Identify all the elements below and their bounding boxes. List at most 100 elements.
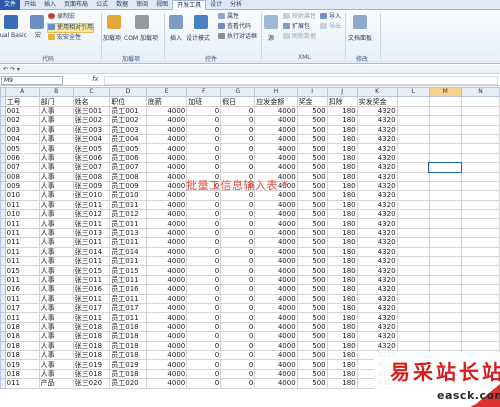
data-cell[interactable]: 4000 — [254, 162, 298, 173]
data-cell[interactable]: 500 — [296, 359, 328, 370]
data-cell[interactable]: 0 — [220, 256, 256, 267]
data-cell[interactable]: 4320 — [356, 105, 398, 117]
data-cell[interactable]: 019 — [4, 359, 40, 370]
header-cell[interactable]: 扣除 — [326, 96, 358, 107]
data-cell[interactable]: 0 — [186, 331, 222, 342]
data-cell[interactable]: 4320 — [356, 162, 398, 173]
data-cell[interactable]: 人事 — [38, 209, 74, 220]
import-button[interactable]: 导入 — [320, 13, 341, 21]
relative-reference-button[interactable]: 使用相对引用 — [47, 23, 95, 33]
data-cell[interactable]: 张三001 — [72, 105, 111, 117]
data-cell[interactable]: 张三007 — [72, 162, 111, 173]
data-cell[interactable]: 人事 — [38, 171, 74, 182]
data-cell[interactable] — [396, 321, 430, 333]
data-cell[interactable]: 人事 — [38, 256, 74, 267]
data-cell[interactable]: 500 — [296, 237, 328, 248]
data-cell[interactable] — [460, 133, 500, 145]
data-cell[interactable] — [460, 218, 500, 229]
data-cell[interactable]: 4000 — [254, 331, 298, 342]
data-cell[interactable]: 4320 — [356, 321, 398, 333]
data-cell[interactable]: 500 — [296, 190, 328, 201]
data-cell[interactable]: 500 — [296, 246, 328, 258]
data-cell[interactable]: 0 — [186, 284, 222, 295]
header-cell[interactable]: 应发金额 — [254, 96, 298, 107]
data-cell[interactable]: 张三008 — [72, 171, 111, 182]
data-cell[interactable]: 4320 — [356, 171, 398, 182]
data-cell[interactable]: 4320 — [356, 115, 398, 126]
data-cell[interactable]: 张三011 — [72, 293, 111, 305]
data-cell[interactable]: 0 — [220, 331, 256, 342]
data-cell[interactable]: 500 — [296, 368, 328, 380]
data-cell[interactable]: 4000 — [145, 378, 188, 389]
data-cell[interactable]: 员工017 — [109, 302, 147, 314]
map-properties-button[interactable]: 映射属性 — [283, 13, 316, 21]
data-cell[interactable]: 4000 — [254, 256, 298, 267]
data-cell[interactable]: 员工012 — [109, 209, 147, 220]
data-cell[interactable]: 员工010 — [109, 190, 147, 201]
data-cell[interactable]: 011 — [4, 227, 40, 239]
data-cell[interactable]: 人事 — [38, 152, 74, 164]
data-cell[interactable] — [460, 162, 500, 173]
undo-icon[interactable]: ↶ — [3, 66, 8, 73]
data-cell[interactable]: 006 — [4, 152, 40, 164]
column-header[interactable]: N — [460, 87, 500, 98]
column-header[interactable]: L — [396, 87, 430, 98]
data-cell[interactable]: 4320 — [356, 340, 398, 351]
data-cell[interactable]: 007 — [4, 162, 40, 173]
data-cell[interactable]: 180 — [326, 312, 358, 323]
data-cell[interactable] — [460, 340, 500, 351]
insert-control-button[interactable]: 插入 — [170, 35, 182, 43]
data-cell[interactable]: 018 — [4, 321, 40, 333]
data-cell[interactable] — [396, 218, 430, 229]
data-cell[interactable]: 500 — [296, 274, 328, 286]
data-cell[interactable]: 员工011 — [109, 199, 147, 211]
data-cell[interactable]: 4000 — [254, 378, 298, 389]
data-cell[interactable] — [460, 143, 500, 154]
data-cell[interactable]: 张三011 — [72, 237, 111, 248]
data-cell[interactable]: 4320 — [356, 312, 398, 323]
com-addins-icon[interactable] — [135, 15, 149, 29]
header-cell[interactable] — [428, 96, 462, 107]
column-header[interactable]: A — [4, 87, 40, 98]
ribbon-tab[interactable]: 视图 — [152, 0, 172, 10]
data-cell[interactable]: 4000 — [145, 143, 188, 154]
data-cell[interactable]: 4000 — [254, 105, 298, 117]
header-cell[interactable]: 姓名 — [72, 96, 111, 107]
data-cell[interactable] — [460, 274, 500, 286]
data-cell[interactable]: 0 — [186, 162, 222, 173]
data-cell[interactable] — [428, 115, 462, 126]
data-cell[interactable]: 员工002 — [109, 115, 147, 126]
data-cell[interactable]: 0 — [186, 340, 222, 351]
data-cell[interactable]: 500 — [296, 133, 328, 145]
data-cell[interactable]: 人事 — [38, 312, 74, 323]
data-cell[interactable] — [428, 199, 462, 211]
data-cell[interactable]: 0 — [220, 359, 256, 370]
data-cell[interactable]: 4320 — [356, 302, 398, 314]
export-button[interactable]: 导出 — [320, 23, 341, 31]
data-cell[interactable]: 4320 — [356, 124, 398, 135]
data-cell[interactable] — [428, 237, 462, 248]
data-cell[interactable] — [428, 302, 462, 314]
data-cell[interactable]: 0 — [220, 321, 256, 333]
data-cell[interactable]: 180 — [326, 124, 358, 135]
data-cell[interactable] — [460, 321, 500, 333]
data-cell[interactable]: 4000 — [145, 133, 188, 145]
data-cell[interactable]: 180 — [326, 331, 358, 342]
data-cell[interactable]: 0 — [220, 237, 256, 248]
data-cell[interactable]: 4000 — [145, 162, 188, 173]
data-cell[interactable]: 员工005 — [109, 143, 147, 154]
data-cell[interactable] — [428, 161, 463, 174]
macro-icon[interactable] — [30, 15, 44, 29]
column-header[interactable]: C — [72, 87, 111, 98]
data-cell[interactable]: 180 — [326, 133, 358, 145]
data-cell[interactable]: 张三018 — [72, 368, 111, 380]
data-cell[interactable]: 人事 — [38, 133, 74, 145]
data-cell[interactable]: 员工015 — [109, 265, 147, 276]
data-cell[interactable]: 500 — [296, 152, 328, 164]
data-cell[interactable]: 500 — [296, 378, 328, 389]
column-header[interactable]: F — [186, 87, 222, 98]
data-cell[interactable] — [428, 180, 462, 192]
data-cell[interactable]: 4320 — [356, 199, 398, 211]
data-cell[interactable]: 001 — [4, 105, 40, 117]
data-cell[interactable] — [460, 171, 500, 182]
